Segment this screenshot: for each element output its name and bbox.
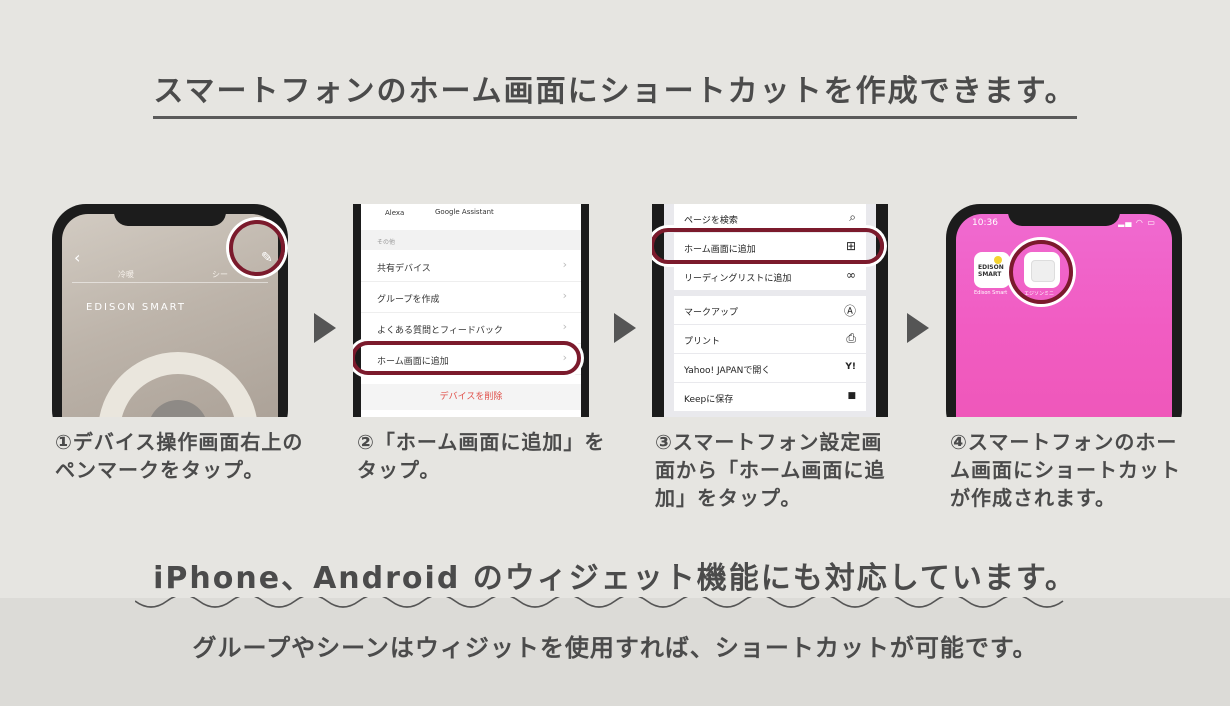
google-assistant-label[interactable]: Google Assistant [435,208,494,216]
edison-dot-icon [994,256,1002,264]
bookmark-icon: ■ [847,391,856,401]
action-print[interactable]: プリント ⎙ [674,325,866,353]
phone-frame-right [581,204,589,417]
action-open-yahoo[interactable]: Yahoo! JAPANで開く Y! [674,354,866,382]
next-arrow-icon [614,313,636,343]
highlight-box [353,341,581,375]
chevron-left-icon[interactable]: ‹ [74,248,80,267]
status-time: 10:36 [972,218,998,228]
menu-item-faq[interactable]: よくある質問とフィードバック › [361,312,581,344]
wave-divider [135,597,1064,608]
action-save-keep[interactable]: Keepに保存 ■ [674,383,866,411]
step-3-screenshot: ページを検索 ⌕ ホーム画面に追加 ⊞ リーディングリストに追加 ∞ マークアップ Ⓐ … [652,204,888,417]
action-reading-list[interactable]: リーディングリストに追加 ∞ [674,262,866,290]
phone-frame: 10:36 ▂▄ ◠ ▭ EDISON SMART Edison Smart エ… [946,204,1182,417]
step-1-caption: ①デバイス操作画面右上のペンマークをタップ。 [55,430,304,482]
delete-device-button[interactable]: デバイスを削除 [361,384,581,410]
app-logo-text: EDISON SMART [978,264,1004,278]
chevron-right-icon: › [562,258,567,271]
home-screen: 10:36 ▂▄ ◠ ▭ EDISON SMART Edison Smart エ… [956,214,1172,417]
chevron-right-icon: › [562,320,567,333]
headline-text: スマートフォンのホーム画面にショートカットを作成できます。 [153,66,1077,119]
menu-item-create-group[interactable]: グループを作成 › [361,281,581,313]
glasses-icon: ∞ [846,268,856,282]
phone-screen: Alexa Google Assistant その他 共有デバイス › グループを… [361,204,581,417]
step-2-caption: ②「ホーム画面に追加」をタップ。 [357,430,606,482]
chevron-right-icon: › [562,289,567,302]
step-4-screenshot: 10:36 ▂▄ ◠ ▭ EDISON SMART Edison Smart エ… [946,204,1182,417]
alexa-label[interactable]: Alexa [385,209,404,217]
page-headline: スマートフォンのホーム画面にショートカットを作成できます。 [0,66,1230,119]
edison-smart-app-icon[interactable]: EDISON SMART [974,252,1010,288]
highlight-circle [1009,240,1073,304]
highlight-box [652,228,884,264]
next-arrow-icon [314,313,336,343]
tab-cool-heat[interactable]: 冷暖 [118,269,134,280]
widget-headline: iPhone、Android のウィジェット機能にも対応しています。 [153,561,1077,596]
phone-frame-left [353,204,361,417]
action-markup[interactable]: マークアップ Ⓐ [674,296,866,324]
markup-icon: Ⓐ [843,304,856,318]
search-icon: ⌕ [849,210,856,224]
tab-scene[interactable]: シー [212,269,228,280]
step-1-screenshot: ‹ 冷暖 シー EDISON SMART ✎ [52,204,288,417]
phone-notch [114,204,226,226]
yahoo-icon: Y! [845,362,856,372]
menu-item-shared-device[interactable]: 共有デバイス › [361,250,581,282]
step-2-screenshot: Alexa Google Assistant その他 共有デバイス › グループを… [353,204,589,417]
step-3-caption: ③スマートフォン設定画面から「ホーム画面に追加」をタップ。 [655,430,886,510]
divider [72,282,268,283]
shortcut-note: グループやシーンはウィジットを使用すれば、ショートカットが可能です。 [192,634,1038,662]
edison-smart-logo: EDISON SMART [86,302,186,313]
section-header: その他 [361,230,581,250]
signal-wifi-battery-icon: ▂▄ ◠ ▭ [1118,218,1156,227]
step-4-caption: ④スマートフォンのホーム画面にショートカットが作成されます。 [950,430,1181,510]
printer-icon: ⎙ [846,331,856,345]
phone-notch [1008,204,1120,226]
next-arrow-icon [907,313,929,343]
app-label: Edison Smart [974,290,1008,296]
highlight-circle [229,220,285,276]
assistant-header: Alexa Google Assistant [361,204,581,230]
